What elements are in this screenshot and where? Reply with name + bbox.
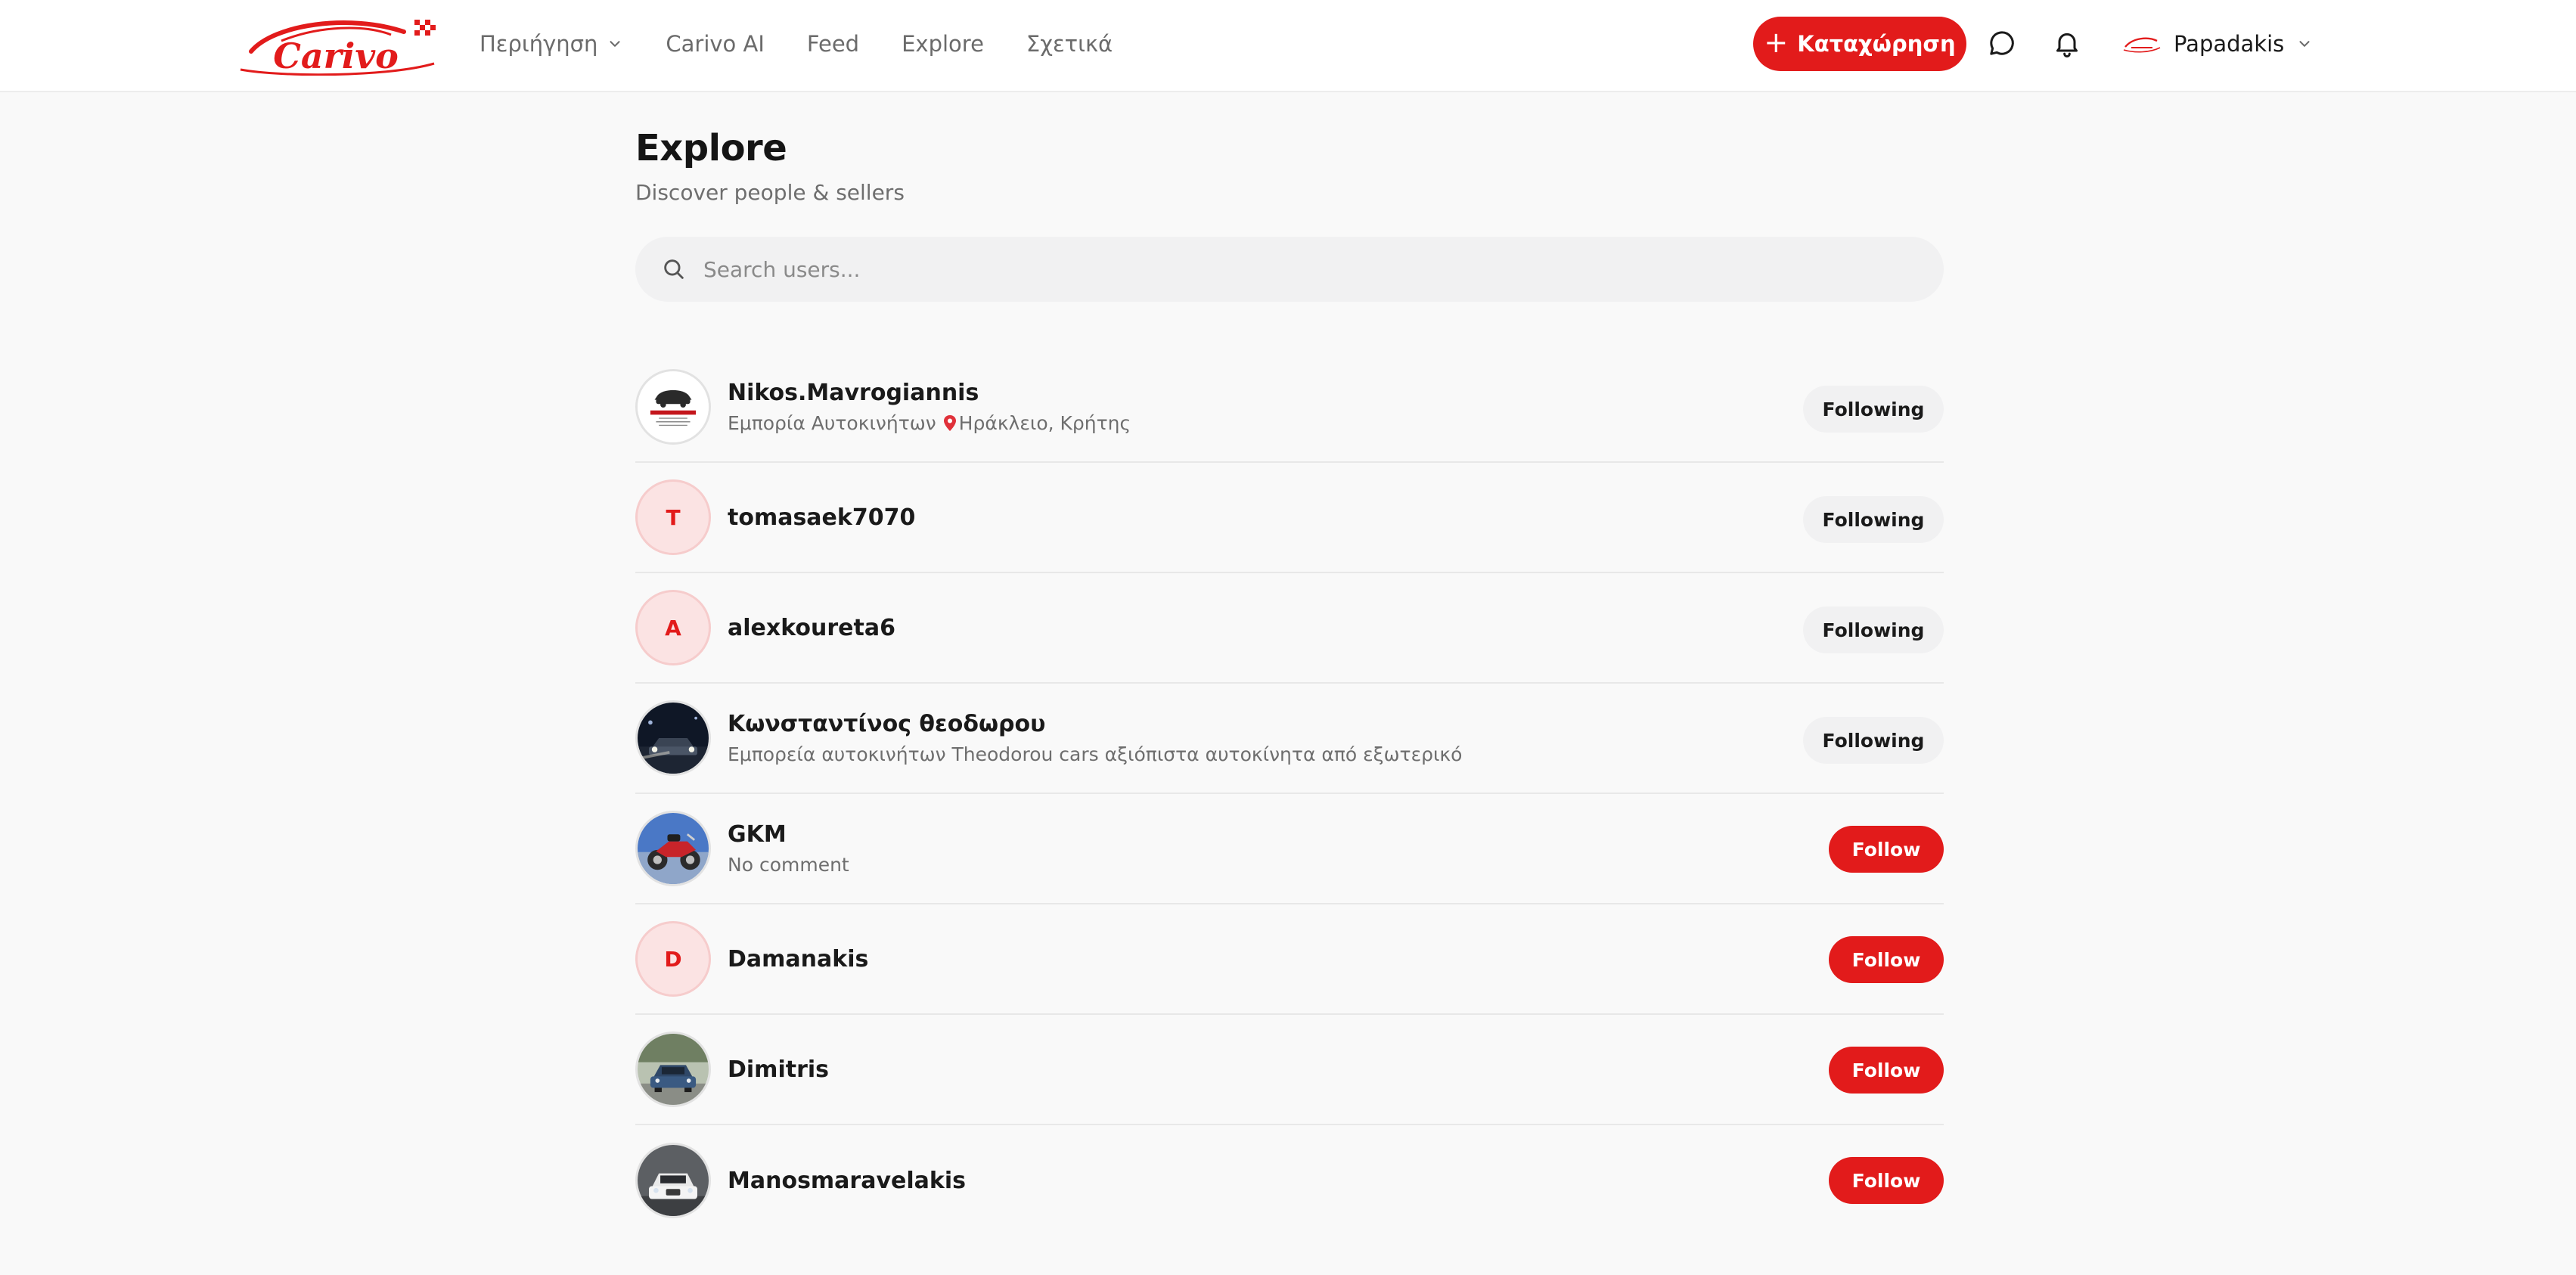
chevron-down-icon (2299, 41, 2310, 47)
user-info: tomasaek7070 (728, 504, 915, 531)
list-item[interactable]: D Damanakis Follow (635, 904, 1944, 1015)
following-button[interactable]: Following (1803, 496, 1944, 543)
list-item[interactable]: Κωνσταντίνος θεοδωρου Εμπορεία αυτοκινήτ… (635, 684, 1944, 794)
user-name[interactable]: Nikos.Mavrogiannis (728, 380, 1131, 406)
top-navigation-bar: Carivo Περιήγηση Carivo AI Feed Explore … (0, 0, 2576, 92)
avatar[interactable] (635, 1143, 711, 1218)
nav-item-carivo-ai[interactable]: Carivo AI (666, 31, 765, 57)
user-menu[interactable]: Papadakis (2122, 18, 2313, 70)
avatar[interactable] (635, 1031, 711, 1107)
avatar[interactable]: T (635, 479, 711, 555)
bio-text: Εμπορία Αυτοκινήτων (728, 412, 936, 434)
search-input[interactable] (703, 256, 1838, 282)
carivo-logo[interactable]: Carivo (236, 17, 440, 76)
user-list: Nikos.Mavrogiannis Εμπορία Αυτοκινήτων Η… (635, 352, 1944, 1236)
bell-icon (2056, 33, 2078, 57)
user-name[interactable]: Damanakis (728, 946, 868, 973)
user-info: Κωνσταντίνος θεοδωρου Εμπορεία αυτοκινήτ… (728, 711, 1462, 765)
avatar[interactable]: D (635, 921, 711, 997)
user-bio: No comment (728, 854, 849, 876)
user-name[interactable]: alexkoureta6 (728, 615, 895, 641)
follow-button[interactable]: Follow (1829, 1047, 1944, 1094)
list-item[interactable]: Dimitris Follow (635, 1015, 1944, 1125)
user-name[interactable]: GKM (728, 821, 849, 848)
messages-button[interactable] (1985, 26, 2019, 60)
user-name: Papadakis (2174, 31, 2285, 57)
avatar[interactable] (635, 811, 711, 886)
user-info: Dimitris (728, 1056, 829, 1083)
chat-icon (1990, 31, 2014, 55)
user-location: Ηράκλειο, Κρήτης (958, 412, 1131, 434)
night-car-photo (638, 703, 709, 774)
follow-button[interactable]: Follow (1829, 1157, 1944, 1204)
user-info: Damanakis (728, 946, 868, 973)
avatar[interactable]: A (635, 590, 711, 665)
following-button[interactable]: Following (1803, 717, 1944, 764)
auto-experience-logo (638, 371, 709, 442)
chevron-down-icon (610, 41, 620, 47)
notifications-button[interactable] (2050, 26, 2084, 60)
nav-item-label: Carivo AI (666, 31, 765, 57)
user-name[interactable]: tomasaek7070 (728, 504, 915, 531)
explore-page: Explore Discover people & sellers (635, 127, 1944, 302)
plus-icon: + (1764, 26, 1789, 59)
avatar[interactable] (635, 700, 711, 776)
avatar[interactable] (635, 369, 711, 445)
white-car-photo (638, 1145, 709, 1216)
user-info: Nikos.Mavrogiannis Εμπορία Αυτοκινήτων Η… (728, 380, 1131, 434)
list-item[interactable]: GKM No comment Follow (635, 794, 1944, 904)
page-subtitle: Discover people & sellers (635, 180, 905, 205)
user-info: Manosmaravelakis (728, 1168, 966, 1194)
nav-item-about[interactable]: Σχετικά (1026, 31, 1113, 57)
nav-item-feed[interactable]: Feed (807, 31, 859, 57)
page-title: Explore (635, 127, 787, 169)
nav-item-label: Περιήγηση (480, 31, 598, 57)
svg-text:Carivo: Carivo (273, 36, 399, 76)
nav-item-label: Explore (902, 31, 984, 57)
main-nav: Περιήγηση Carivo AI Feed Explore Σχετικά (480, 0, 1113, 88)
list-item[interactable]: A alexkoureta6 Following (635, 573, 1944, 684)
list-item[interactable]: Manosmaravelakis Follow (635, 1125, 1944, 1236)
nav-item-label: Σχετικά (1026, 31, 1113, 57)
nav-item-explore[interactable]: Explore (902, 31, 984, 57)
location-pin-icon (943, 414, 956, 431)
user-name[interactable]: Manosmaravelakis (728, 1168, 966, 1194)
list-item[interactable]: Nikos.Mavrogiannis Εμπορία Αυτοκινήτων Η… (635, 352, 1944, 463)
motorcycle-photo (638, 813, 709, 884)
follow-button[interactable]: Follow (1829, 826, 1944, 873)
user-name[interactable]: Κωνσταντίνος θεοδωρου (728, 711, 1462, 737)
following-button[interactable]: Following (1803, 606, 1944, 653)
user-info: alexkoureta6 (728, 615, 895, 641)
create-listing-button[interactable]: + Καταχώρηση (1753, 17, 1966, 71)
nav-item-label: Feed (806, 31, 860, 57)
nav-item-browse[interactable]: Περιήγηση (480, 31, 623, 57)
follow-button[interactable]: Follow (1829, 936, 1944, 983)
user-name[interactable]: Dimitris (728, 1056, 829, 1083)
following-button[interactable]: Following (1803, 386, 1944, 433)
search-icon (664, 259, 684, 279)
user-avatar-logo (2123, 37, 2161, 53)
user-bio: Εμπορία Αυτοκινήτων Ηράκλειο, Κρήτης (728, 412, 1131, 434)
blue-car-photo (638, 1034, 709, 1105)
create-listing-label: Καταχώρηση (1797, 31, 1956, 57)
user-info: GKM No comment (728, 821, 849, 876)
user-bio: Εμπορεία αυτοκινήτων Theodorou cars αξιό… (728, 743, 1463, 765)
list-item[interactable]: T tomasaek7070 Following (635, 463, 1944, 573)
search-bar[interactable] (635, 237, 1944, 302)
